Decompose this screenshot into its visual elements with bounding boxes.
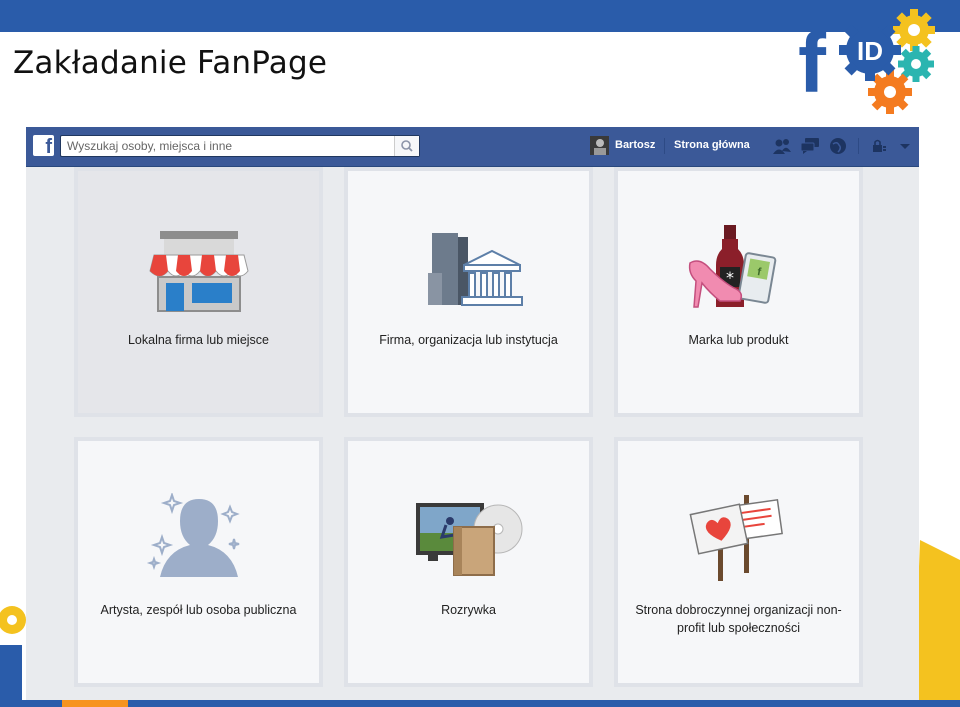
buildings-icon bbox=[427, 233, 523, 306]
category-label: Rozrywka bbox=[441, 603, 496, 617]
search-input[interactable] bbox=[61, 136, 403, 156]
storefront-icon bbox=[148, 231, 249, 312]
slide-bottom-bar bbox=[0, 700, 960, 707]
category-card-entertainment[interactable]: Rozrywka bbox=[344, 437, 593, 687]
logo-badge-text: ID bbox=[857, 36, 883, 66]
fid-logo: ID f bbox=[798, 9, 935, 114]
category-label: Firma, organizacja lub instytucja bbox=[379, 333, 558, 347]
slide-title: Zakładanie FanPage bbox=[13, 45, 328, 81]
decor-gear-left bbox=[0, 606, 26, 700]
category-card-brand[interactable]: * f Marka lub produkt bbox=[614, 167, 863, 417]
nav-separator-2 bbox=[858, 138, 859, 154]
privacy-shortcuts-icon[interactable] bbox=[869, 137, 889, 155]
friend-requests-icon[interactable] bbox=[772, 137, 792, 155]
community-signs-icon bbox=[688, 495, 783, 581]
category-card-local-business[interactable]: Lokalna firma lub miejsce bbox=[74, 167, 323, 417]
search-box bbox=[60, 135, 420, 157]
messages-icon[interactable] bbox=[800, 137, 820, 155]
products-icon: * f bbox=[688, 225, 776, 308]
search-button[interactable] bbox=[394, 136, 419, 156]
category-card-company[interactable]: Firma, organizacja lub instytucja bbox=[344, 167, 593, 417]
user-avatar[interactable] bbox=[590, 136, 609, 155]
public-figure-icon bbox=[146, 493, 240, 577]
notifications-icon[interactable] bbox=[828, 137, 848, 155]
profile-link[interactable]: Bartosz bbox=[615, 139, 655, 151]
facebook-top-nav: f Bartosz Strona główna bbox=[26, 127, 919, 167]
home-link[interactable]: Strona główna bbox=[674, 139, 750, 151]
facebook-logo[interactable]: f bbox=[33, 135, 54, 158]
category-label: Artysta, zespół lub osoba publiczna bbox=[100, 603, 297, 617]
category-card-nonprofit[interactable]: Strona dobroczynnej organizacji non-prof… bbox=[614, 437, 863, 687]
category-card-artist[interactable]: Artysta, zespół lub osoba publiczna bbox=[74, 437, 323, 687]
nav-separator bbox=[664, 138, 665, 154]
decor-gear-right bbox=[914, 540, 960, 700]
category-label: Marka lub produkt bbox=[688, 333, 789, 347]
search-icon bbox=[401, 140, 413, 152]
category-label: Strona dobroczynnej organizacji non-prof… bbox=[635, 603, 842, 635]
facebook-screenshot: f Bartosz Strona główna bbox=[26, 127, 919, 700]
logo-letter: f bbox=[798, 16, 827, 110]
slide-bottom-accent bbox=[62, 700, 128, 707]
account-menu-chevron-icon[interactable] bbox=[895, 137, 915, 155]
category-label: Lokalna firma lub miejsce bbox=[127, 333, 270, 347]
entertainment-icon bbox=[415, 503, 522, 576]
